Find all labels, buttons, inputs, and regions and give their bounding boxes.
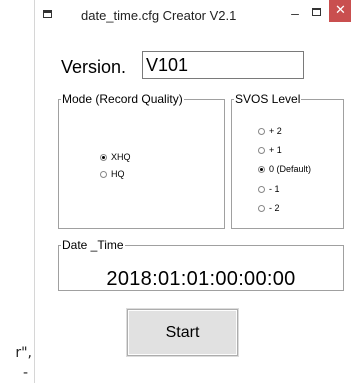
date-time-value: 2018:01:01:00:00:00	[106, 268, 296, 290]
version-label: Version.	[61, 57, 127, 77]
version-input[interactable]: V101	[142, 51, 304, 79]
radio-label: HQ	[111, 169, 125, 179]
radio-label: XHQ	[111, 152, 131, 162]
radio-checked-icon	[258, 165, 265, 173]
radio-label: 0 (Default)	[269, 164, 312, 174]
radio-label: - 2	[269, 203, 280, 213]
start-button[interactable]: Start	[127, 309, 238, 356]
svos-group-legend: SVOS Level	[235, 92, 301, 106]
radio-label: + 1	[269, 145, 282, 155]
radio-svos-default[interactable]: 0 (Default)	[258, 164, 311, 174]
radio-unchecked-icon	[258, 185, 265, 193]
title-bar[interactable]: date_time.cfg Creator V2.1 – ✕	[35, 0, 351, 30]
radio-unchecked-icon	[258, 146, 265, 154]
radio-checked-icon	[100, 153, 107, 161]
background-window-snippet: r", -	[0, 343, 34, 383]
radio-label: - 1	[269, 184, 280, 194]
radio-unchecked-icon	[258, 127, 265, 135]
background-snippet-line-1: r",	[15, 345, 32, 361]
window-title: date_time.cfg Creator V2.1	[81, 8, 237, 23]
date-time-legend: Date _Time	[62, 238, 124, 252]
window-app-icon[interactable]	[43, 10, 52, 18]
mode-record-quality-group: Mode (Record Quality) XHQ HQ	[58, 92, 225, 229]
radio-svos-minus-1[interactable]: - 1	[258, 184, 280, 194]
app-window: date_time.cfg Creator V2.1 – ✕ Version. …	[34, 0, 351, 383]
radio-label: + 2	[269, 126, 282, 136]
maximize-icon[interactable]	[312, 8, 321, 16]
radio-unchecked-icon	[100, 170, 107, 178]
radio-svos-plus-1[interactable]: + 1	[258, 145, 282, 155]
radio-svos-plus-2[interactable]: + 2	[258, 126, 282, 136]
mode-group-legend: Mode (Record Quality)	[62, 92, 183, 106]
radio-mode-xhq[interactable]: XHQ	[100, 152, 131, 162]
radio-unchecked-icon	[258, 204, 265, 212]
svos-level-group: SVOS Level + 2 + 1 0 (Default) - 1 - 2	[231, 92, 344, 229]
background-snippet-line-2: -	[22, 365, 28, 381]
radio-mode-hq[interactable]: HQ	[100, 169, 125, 179]
close-button[interactable]: ✕	[329, 0, 351, 22]
date-time-group: Date _Time 2018:01:01:00:00:00	[58, 238, 344, 291]
radio-svos-minus-2[interactable]: - 2	[258, 203, 280, 213]
minimize-button[interactable]: –	[285, 6, 305, 22]
